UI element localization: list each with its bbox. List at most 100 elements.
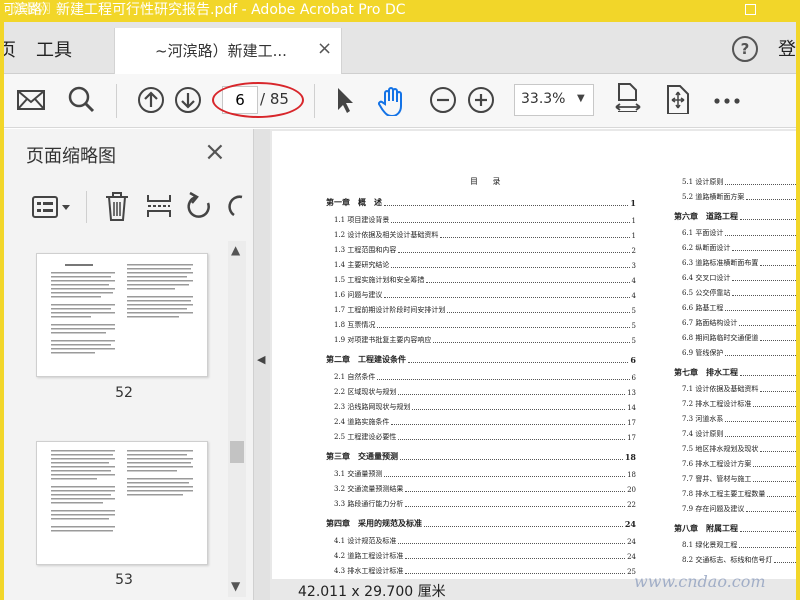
zoom-out-icon[interactable] [428,84,458,116]
tab-bar: 页 工具 ~河滨路）新建工... × ? 登 [4,22,796,74]
insert-page-icon[interactable] [144,189,174,223]
toc-entry[interactable]: 7.4 设计原则 [682,429,796,439]
rotate-right-icon[interactable] [228,189,244,223]
toc-entry-text: 1.8 互票情况 [334,321,376,329]
tab-home[interactable]: 页 [4,36,16,62]
toc-entry[interactable]: 6.7 路面结构设计 [682,318,796,328]
scrollbar-thumb[interactable] [230,441,244,463]
toc-entry[interactable]: 2.1 自然条件 6 [334,372,636,382]
toc-entry[interactable]: 7.6 排水工程设计方案 [682,459,796,469]
toc-entry[interactable]: 5.1 设计原则 [682,177,796,187]
toc-entry[interactable]: 7.8 排水工程主要工程数量 [682,489,796,499]
chevron-left-icon: ◀ [257,353,266,366]
full-screen-icon[interactable] [664,82,692,114]
toc-entry[interactable]: 1.4 主要研究结论 3 [334,260,636,270]
toc-chapter-entry[interactable]: 第二章 工程建设条件 6 [326,354,636,365]
toc-entry[interactable]: 3.1 交通量预测 18 [334,469,636,479]
thumbnail-scrollbar[interactable]: ▲ ▼ [228,241,246,597]
dot-leader [405,506,626,507]
toc-entry[interactable]: 8.1 绿化景观工程 [682,540,796,550]
email-icon[interactable] [16,84,46,116]
toc-entry[interactable]: 1.2 设计依据及相关设计基础资料 1 [334,230,636,240]
toc-entry-text: 7.5 地区排水规划及现状 [682,445,759,453]
toc-entry[interactable]: 1.5 工程实施计划和安全筹措 4 [334,275,636,285]
toc-entry-text: 第四章 采用的规范及标准 [326,518,422,528]
toc-entry[interactable]: 2.5 工程建设必要性 17 [334,432,636,442]
scroll-up-icon[interactable]: ▲ [231,243,240,257]
toc-entry[interactable]: 6.3 道路标准横断面布置 [682,258,796,268]
toc-entry[interactable]: 1.6 问题与建议 4 [334,290,636,300]
toc-entry-text: 6.6 路基工程 [682,304,724,312]
close-panel-icon[interactable]: × [204,137,226,167]
rotate-icon[interactable] [184,189,216,223]
toc-entry[interactable]: 6.6 路基工程 [682,303,796,313]
dot-leader [760,265,796,266]
toc-entry[interactable]: 8.2 交通标志、标线和信号灯 [682,555,796,565]
toc-entry[interactable]: 1.9 对项建书批复主要内容响应 5 [334,335,636,345]
zoom-in-icon[interactable] [466,84,496,116]
toc-page-number: 1 [631,217,636,225]
hand-tool-icon[interactable] [376,84,410,116]
toc-entry[interactable]: 1.1 项目建设背景 1 [334,215,636,225]
toc-entry[interactable]: 4.2 道路工程设计标准 24 [334,551,636,561]
toc-entry[interactable]: 1.3 工程范围和内容 2 [334,245,636,255]
panel-collapse-handle[interactable]: ◀ [254,129,270,600]
tab-document[interactable]: ~河滨路）新建工... × [114,28,342,74]
toc-entry[interactable]: 1.7 工程前期设计阶段时间安排计划 5 [334,305,636,315]
toc-entry[interactable]: 7.5 地区排水规划及现状 [682,444,796,454]
zoom-select[interactable]: 33.3% ▼ [514,84,594,116]
toc-entry[interactable]: 6.1 平面设计 [682,228,796,238]
toc-chapter-entry[interactable]: 第四章 采用的规范及标准 24 [326,518,636,529]
fit-page-icon[interactable] [614,80,642,112]
toc-entry[interactable]: 4.1 设计规范及标准 24 [334,536,636,546]
delete-icon[interactable] [102,189,132,223]
toc-entry[interactable]: 6.4 交叉口设计 [682,273,796,283]
search-icon[interactable] [66,84,96,116]
toc-entry[interactable]: 3.2 交通流量预测结果 20 [334,484,636,494]
document-view[interactable]: 目 录 第一章 概 述 1 1.1 项目建设背景 1 1.2 设计依据及相关设计基础资料… [270,129,796,600]
toc-entry[interactable]: 7.1 设计依据及基础资料 [682,384,796,394]
toc-entry[interactable]: 2.4 道路实施条件 17 [334,417,636,427]
toc-entry[interactable]: 7.9 存在问题及建议 [682,504,796,514]
dot-leader [398,252,630,253]
toc-entry[interactable]: 6.2 纵断面设计 [682,243,796,253]
close-tab-icon[interactable]: × [317,38,332,59]
toc-entry[interactable]: 1.8 互票情况 5 [334,320,636,330]
toc-chapter-entry[interactable]: 第三章 交通量预测 18 [326,451,636,462]
toc-entry[interactable]: 7.7 窨井、管材与施工 [682,474,796,484]
toc-entry[interactable]: 6.8 期间路临时交通便道 [682,333,796,343]
dot-leader [760,340,796,341]
more-options-icon[interactable] [712,84,742,116]
toc-chapter-entry[interactable]: 第八章 附属工程 [674,523,796,534]
toc-chapter-entry[interactable]: 第七章 排水工程 [674,367,796,378]
dot-leader [767,496,796,497]
page-thumbnail[interactable] [36,441,208,565]
dot-leader [377,327,630,328]
toc-entry-text: 2.2 区域现状与规划 [334,388,397,396]
dot-leader [412,409,626,410]
toc-entry[interactable]: 2.2 区域现状与规划 13 [334,387,636,397]
toc-entry[interactable]: 6.9 管线保护 [682,348,796,358]
page-thumbnail[interactable] [36,253,208,377]
toc-chapter-entry[interactable]: 第六章 道路工程 [674,211,796,222]
select-cursor-icon[interactable] [332,84,358,116]
toc-page-number: 3 [631,262,636,270]
scroll-down-icon[interactable]: ▼ [231,579,240,593]
sign-in-button[interactable]: 登 [778,35,796,61]
toc-entry[interactable]: 2.3 沿线路网现状与规划 14 [334,402,636,412]
toc-entry[interactable]: 6.5 公交停靠站 [682,288,796,298]
toc-chapter-entry[interactable]: 第一章 概 述 1 [326,197,636,208]
help-icon[interactable]: ? [732,36,758,62]
tab-tools[interactable]: 工具 [36,36,72,62]
toc-entry[interactable]: 7.3 河道水系 [682,414,796,424]
toc-page-number: 4 [631,277,636,285]
previous-page-icon[interactable] [136,84,166,116]
toc-entry[interactable]: 4.3 排水工程设计标准 25 [334,566,636,576]
options-menu-icon[interactable] [30,191,72,223]
maximize-icon[interactable] [745,4,756,15]
toc-entry[interactable]: 7.2 排水工程设计标准 [682,399,796,409]
toc-entry[interactable]: 3.3 路段通行能力分析 22 [334,499,636,509]
next-page-icon[interactable] [173,84,203,116]
dot-leader [377,379,630,380]
toc-entry[interactable]: 5.2 道路横断面方案 [682,192,796,202]
